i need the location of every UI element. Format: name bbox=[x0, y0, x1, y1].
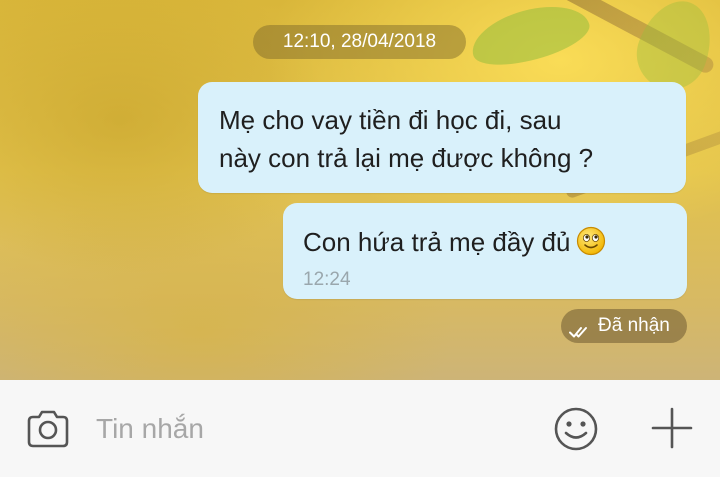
message-text: Con hứa trả mẹ đầy đủ bbox=[303, 227, 571, 257]
message-text: Mẹ cho vay tiền đi học đi, sau này con t… bbox=[219, 105, 594, 173]
smiling-face-emoji bbox=[576, 226, 606, 256]
time-divider: 12:10, 28/04/2018 bbox=[253, 25, 466, 59]
emoji-button[interactable] bbox=[553, 406, 599, 452]
camera-button[interactable] bbox=[25, 409, 71, 449]
message-text-row: Con hứa trả mẹ đầy đủ bbox=[303, 224, 606, 260]
chat-screen: 12:10, 28/04/2018 Mẹ cho vay tiền đi học… bbox=[0, 0, 720, 477]
double-check-icon bbox=[569, 318, 593, 338]
chat-background[interactable]: 12:10, 28/04/2018 Mẹ cho vay tiền đi học… bbox=[0, 0, 720, 380]
delivery-status-badge: Đã nhận bbox=[561, 309, 687, 343]
message-input[interactable] bbox=[96, 406, 526, 452]
camera-icon bbox=[27, 410, 69, 448]
plus-icon bbox=[651, 407, 693, 449]
message-bubble[interactable]: Mẹ cho vay tiền đi học đi, sau này con t… bbox=[198, 82, 686, 193]
message-time: 12:24 bbox=[303, 269, 351, 290]
delivery-status-label: Đã nhận bbox=[598, 315, 670, 336]
message-bubble[interactable]: Con hứa trả mẹ đầy đủ 12:24 bbox=[283, 203, 687, 299]
background-leaf bbox=[465, 0, 595, 75]
smiley-icon bbox=[554, 407, 598, 451]
add-attachment-button[interactable] bbox=[650, 406, 694, 450]
